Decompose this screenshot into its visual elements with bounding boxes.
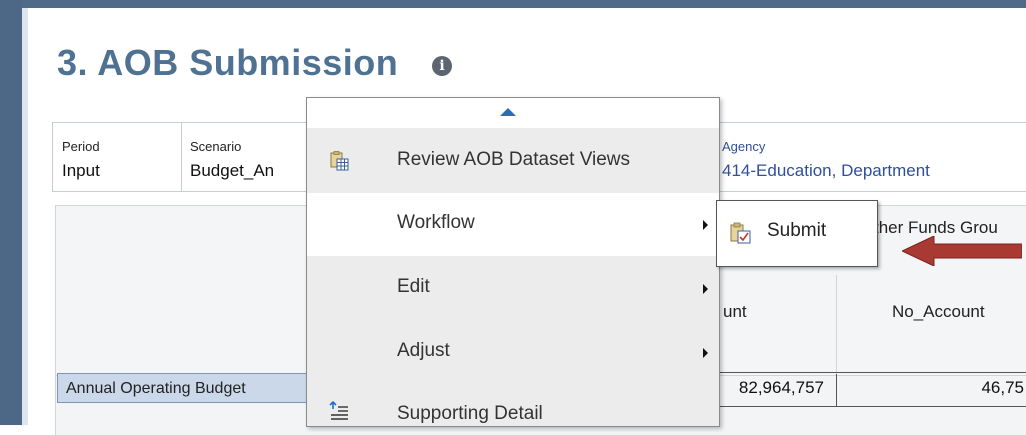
- scroll-up-arrow-icon: [500, 108, 516, 116]
- annotation-arrow-icon: [902, 236, 1022, 266]
- column-header[interactable]: unt: [723, 302, 747, 322]
- submenu-arrow-icon: [703, 220, 708, 230]
- pov-value: Input: [62, 161, 100, 180]
- menu-item-label: Review AOB Dataset Views: [397, 149, 631, 170]
- pov-label: Scenario: [190, 139, 242, 154]
- menu-item-label: Edit: [397, 276, 430, 297]
- left-sidebar-edge: [0, 0, 22, 425]
- workflow-submenu: Submit: [716, 200, 878, 267]
- page-title: 3. AOB Submission: [57, 42, 399, 83]
- pov-period[interactable]: Period Input: [53, 123, 182, 191]
- grid-divider: [836, 374, 837, 406]
- pov-value: Budget_An: [190, 161, 275, 180]
- pov-label: Period: [62, 139, 100, 154]
- menu-item-label: Workflow: [397, 212, 475, 233]
- grid-divider: [716, 372, 1026, 373]
- menu-item-label: Supporting Detail: [397, 403, 543, 424]
- pov-agency[interactable]: Agency 414-Education, Department: [713, 123, 1026, 191]
- dataset-views-icon: [330, 151, 349, 171]
- column-header[interactable]: ther Funds Grou: [874, 218, 998, 238]
- pov-value: 414-Education, Department: [722, 161, 930, 180]
- submit-icon: [730, 222, 751, 244]
- pov-scenario[interactable]: Scenario Budget_An: [181, 123, 308, 191]
- menu-item-review-aob-dataset-views[interactable]: Review AOB Dataset Views: [307, 129, 719, 192]
- grid-cell[interactable]: 82,964,757: [716, 378, 824, 398]
- left-sidebar-border: [22, 8, 28, 425]
- menu-item-adjust[interactable]: Adjust: [307, 321, 719, 384]
- pov-label: Agency: [722, 139, 766, 154]
- menu-scroll-up[interactable]: [307, 98, 719, 128]
- context-menu: Review AOB Dataset Views Workflow Edit A…: [306, 97, 720, 427]
- menu-item-edit[interactable]: Edit: [307, 257, 719, 320]
- info-icon[interactable]: i: [432, 56, 452, 76]
- menu-item-supporting-detail[interactable]: Supporting Detail: [307, 385, 719, 426]
- column-header[interactable]: No_Account: [892, 302, 985, 322]
- submenu-arrow-icon: [703, 348, 708, 358]
- menu-item-label: Adjust: [397, 340, 450, 361]
- top-strip: [0, 0, 1026, 8]
- submenu-arrow-icon: [703, 284, 708, 294]
- menu-item-workflow[interactable]: Workflow: [307, 193, 719, 256]
- grid-divider: [836, 275, 837, 375]
- grid-divider: [716, 406, 1026, 407]
- grid-cell[interactable]: 46,75: [920, 378, 1024, 398]
- submenu-item-submit[interactable]: Submit: [767, 220, 826, 242]
- supporting-detail-icon: [329, 401, 348, 420]
